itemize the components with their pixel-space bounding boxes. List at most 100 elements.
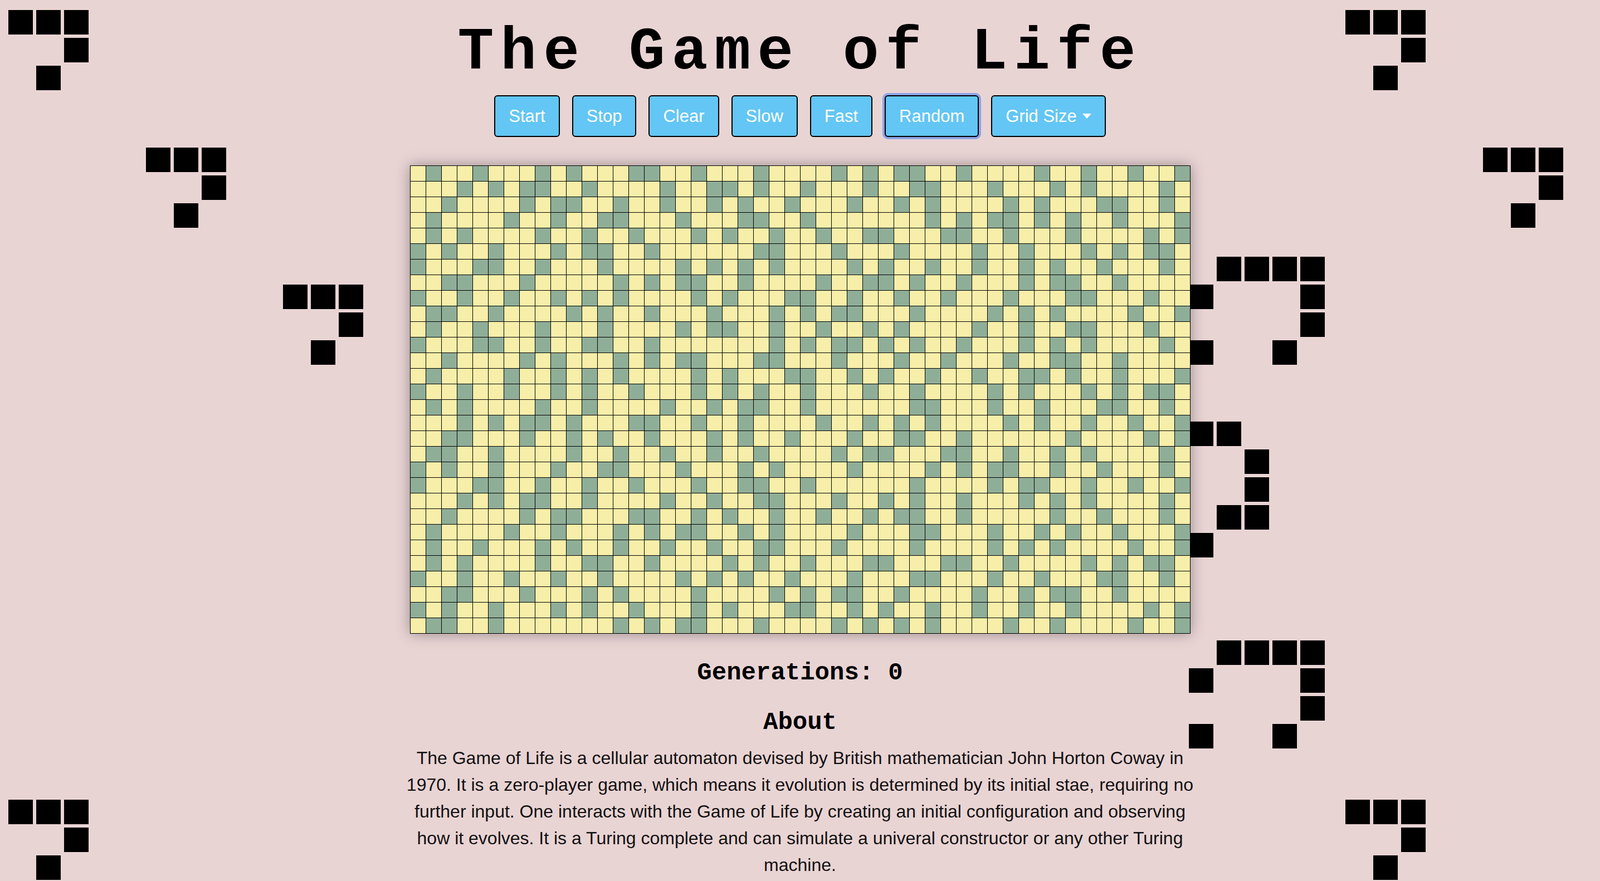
grid-cell[interactable] [878,197,895,213]
grid-cell[interactable] [426,493,442,510]
grid-cell[interactable] [597,244,614,260]
grid-cell[interactable] [1159,353,1175,369]
grid-cell[interactable] [1112,587,1129,603]
grid-cell[interactable] [1050,166,1066,182]
grid-cell[interactable] [644,322,661,338]
grid-cell[interactable] [488,571,505,588]
grid-cell[interactable] [1034,431,1051,447]
grid-cell[interactable] [1174,446,1191,463]
grid-cell[interactable] [847,306,863,323]
grid-cell[interactable] [738,446,754,463]
grid-cell[interactable] [1096,524,1113,541]
grid-cell[interactable] [472,618,489,634]
grid-cell[interactable] [769,431,785,447]
grid-cell[interactable] [909,259,926,276]
grid-cell[interactable] [909,244,926,260]
grid-cell[interactable] [504,587,520,603]
grid-cell[interactable] [847,493,863,510]
grid-cell[interactable] [816,618,832,634]
grid-cell[interactable] [410,337,427,354]
grid-cell[interactable] [613,197,629,213]
grid-cell[interactable] [738,493,754,510]
grid-cell[interactable] [628,509,645,525]
grid-cell[interactable] [784,384,801,400]
grid-cell[interactable] [769,181,785,198]
grid-cell[interactable] [410,493,427,510]
grid-cell[interactable] [1050,244,1066,260]
grid-cell[interactable] [1143,244,1160,260]
grid-cell[interactable] [1174,181,1191,198]
grid-cell[interactable] [628,400,645,416]
grid-cell[interactable] [1143,462,1160,478]
grid-cell[interactable] [457,306,473,323]
grid-cell[interactable] [535,322,551,338]
grid-cell[interactable] [940,181,957,198]
grid-cell[interactable] [1174,462,1191,478]
grid-cell[interactable] [644,477,661,494]
grid-cell[interactable] [488,337,505,354]
grid-cell[interactable] [488,431,505,447]
grid-cell[interactable] [675,400,692,416]
grid-cell[interactable] [956,524,973,541]
grid-cell[interactable] [1050,337,1066,354]
grid-cell[interactable] [847,212,863,229]
grid-cell[interactable] [925,306,941,323]
grid-cell[interactable] [847,181,863,198]
grid-cell[interactable] [738,228,754,245]
grid-cell[interactable] [691,275,707,291]
grid-cell[interactable] [1003,618,1019,634]
grid-cell[interactable] [1096,493,1113,510]
grid-cell[interactable] [956,353,973,369]
grid-cell[interactable] [956,212,973,229]
grid-cell[interactable] [1143,306,1160,323]
grid-cell[interactable] [1128,618,1144,634]
grid-cell[interactable] [426,555,442,572]
grid-cell[interactable] [987,259,1004,276]
grid-cell[interactable] [550,306,567,323]
grid-cell[interactable] [566,306,583,323]
grid-cell[interactable] [675,587,692,603]
grid-cell[interactable] [566,353,583,369]
grid-cell[interactable] [816,337,832,354]
grid-cell[interactable] [566,290,583,307]
grid-cell[interactable] [675,462,692,478]
grid-cell[interactable] [691,244,707,260]
control-button[interactable]: Start [494,95,560,138]
grid-cell[interactable] [1096,384,1113,400]
grid-cell[interactable] [1034,259,1051,276]
grid-cell[interactable] [769,197,785,213]
grid-cell[interactable] [1112,571,1129,588]
grid-cell[interactable] [566,244,583,260]
grid-cell[interactable] [441,509,458,525]
grid-cell[interactable] [738,400,754,416]
grid-cell[interactable] [628,477,645,494]
grid-cell[interactable] [1018,212,1035,229]
grid-cell[interactable] [410,322,427,338]
grid-cell[interactable] [426,306,442,323]
grid-cell[interactable] [816,571,832,588]
grid-cell[interactable] [972,509,988,525]
grid-cell[interactable] [706,306,723,323]
grid-cell[interactable] [582,462,598,478]
grid-cell[interactable] [519,181,536,198]
grid-cell[interactable] [613,384,629,400]
grid-cell[interactable] [457,181,473,198]
grid-cell[interactable] [597,618,614,634]
grid-cell[interactable] [1003,462,1019,478]
grid-cell[interactable] [675,493,692,510]
grid-cell[interactable] [1050,197,1066,213]
grid-cell[interactable] [441,571,458,588]
grid-cell[interactable] [878,493,895,510]
grid-cell[interactable] [1081,446,1097,463]
grid-cell[interactable] [894,602,910,619]
grid-cell[interactable] [784,337,801,354]
grid-cell[interactable] [1128,509,1144,525]
grid-cell[interactable] [1143,555,1160,572]
grid-cell[interactable] [582,477,598,494]
grid-cell[interactable] [1065,400,1082,416]
grid-cell[interactable] [519,353,536,369]
grid-cell[interactable] [535,477,551,494]
grid-cell[interactable] [535,462,551,478]
grid-cell[interactable] [504,431,520,447]
grid-cell[interactable] [1174,431,1191,447]
